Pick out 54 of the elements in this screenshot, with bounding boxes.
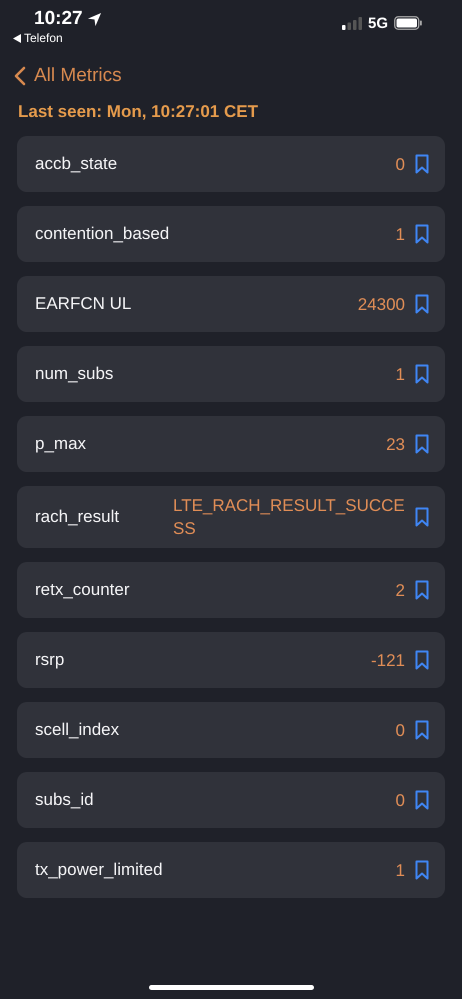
bookmark-icon[interactable] (415, 860, 429, 880)
metric-row[interactable]: contention_based 1 (17, 206, 445, 262)
metric-value: -121 (370, 650, 405, 672)
metric-value: 1 (396, 860, 405, 882)
metric-row[interactable]: EARFCN UL 24300 (17, 276, 445, 332)
metric-value: 23 (386, 434, 405, 456)
bookmark-icon[interactable] (415, 650, 429, 670)
metric-name: retx_counter (35, 580, 130, 600)
bookmark-icon[interactable] (415, 154, 429, 174)
location-arrow-icon (86, 12, 102, 26)
metric-name: accb_state (35, 154, 118, 174)
metric-value: 1 (396, 224, 405, 246)
bookmark-icon[interactable] (415, 720, 429, 740)
metric-row[interactable]: subs_id 0 (17, 772, 445, 828)
back-triangle-icon[interactable] (13, 34, 21, 42)
metric-value: 0 (396, 154, 405, 176)
battery-icon (394, 16, 422, 30)
network-type: 5G (368, 14, 388, 32)
metric-row[interactable]: rsrp -121 (17, 632, 445, 688)
metric-row[interactable]: accb_state 0 (17, 136, 445, 192)
signal-icon (342, 16, 362, 30)
metric-name: contention_based (35, 224, 170, 244)
bookmark-icon[interactable] (415, 507, 429, 527)
metric-value: 1 (396, 364, 405, 386)
metric-value: LTE_RACH_RESULT_SUCCESS (173, 495, 405, 540)
bookmark-icon[interactable] (415, 790, 429, 810)
metric-row[interactable]: num_subs 1 (17, 346, 445, 402)
bookmark-icon[interactable] (415, 434, 429, 454)
bookmark-icon[interactable] (415, 580, 429, 600)
back-link[interactable]: All Metrics (34, 65, 122, 87)
metric-value: 0 (396, 720, 405, 742)
metric-value: 24300 (358, 294, 405, 316)
metric-name: scell_index (35, 720, 120, 740)
metric-name: rsrp (35, 650, 66, 670)
metric-name: p_max (35, 434, 88, 454)
back-chevron-icon[interactable] (14, 66, 26, 86)
metric-row[interactable]: p_max 23 (17, 416, 445, 472)
bookmark-icon[interactable] (415, 294, 429, 314)
bookmark-icon[interactable] (415, 224, 429, 244)
last-seen-text: Last seen: Mon, 10:27:01 CET (17, 101, 259, 122)
metric-name: subs_id (35, 790, 95, 810)
metric-value: 0 (396, 790, 405, 812)
bookmark-icon[interactable] (415, 364, 429, 384)
metric-value: 2 (396, 580, 405, 602)
metric-row[interactable]: tx_power_limited 1 (17, 842, 445, 898)
metric-name: rach_result (35, 507, 120, 527)
metric-name: num_subs (35, 364, 114, 384)
metric-row[interactable]: retx_counter 2 (17, 562, 445, 618)
metric-row[interactable]: scell_index 0 (17, 702, 445, 758)
metric-name: tx_power_limited (35, 860, 164, 880)
metric-row[interactable]: rach_result LTE_RACH_RESULT_SUCCESS (17, 486, 445, 548)
clock-time: 10:27 (34, 8, 83, 30)
back-to-app-link[interactable]: Telefon (24, 31, 63, 45)
metric-name: EARFCN UL (35, 294, 132, 314)
